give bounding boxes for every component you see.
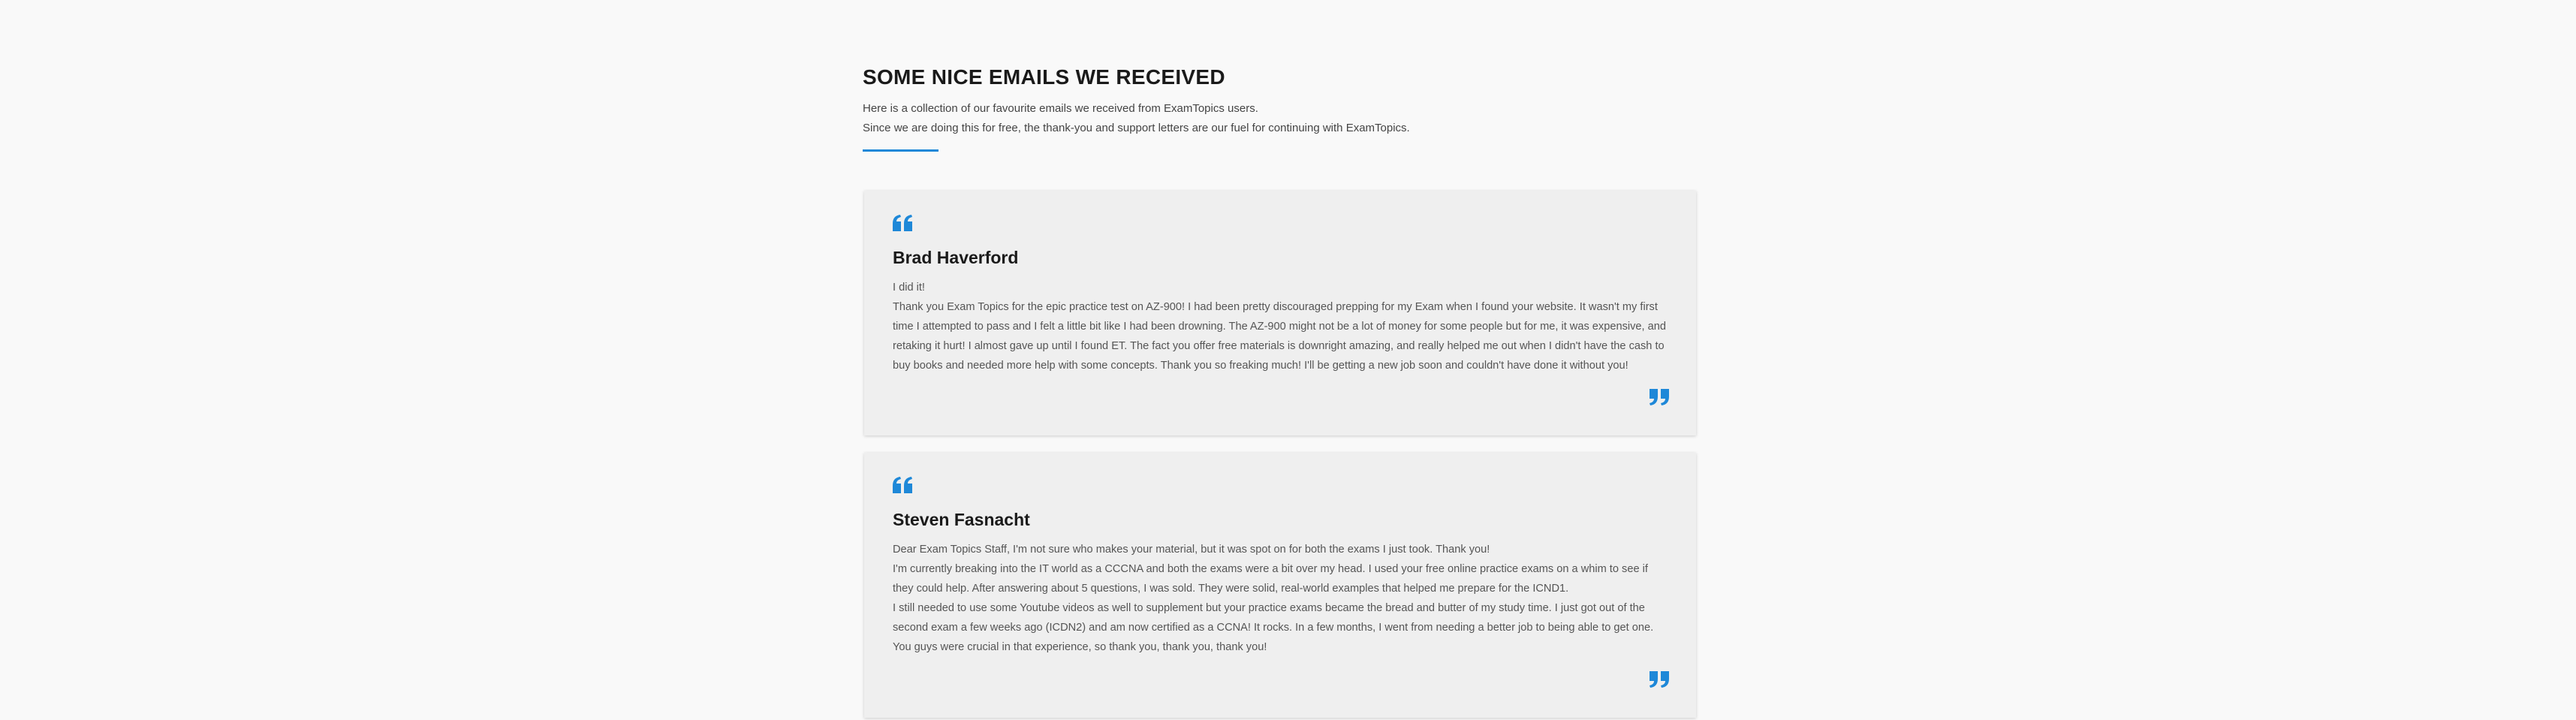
quote-close-icon (1650, 671, 1669, 688)
message-paragraph: I still needed to use some Youtube video… (893, 602, 1654, 634)
message-paragraph: I'm currently breaking into the IT world… (893, 563, 1648, 595)
testimonial-message: I did it! Thank you Exam Topics for the … (893, 278, 1671, 375)
message-paragraph: Dear Exam Topics Staff, I'm not sure who… (893, 544, 1490, 556)
testimonial-card: Steven Fasnacht Dear Exam Topics Staff, … (864, 453, 1696, 718)
testimonial-author: Steven Fasnacht (893, 510, 1030, 529)
testimonial-card: Brad Haverford I did it! Thank you Exam … (864, 191, 1696, 435)
quote-open-icon (893, 215, 912, 231)
subtitle-line: Since we are doing this for free, the th… (863, 122, 1410, 134)
subtitle-line: Here is a collection of our favourite em… (863, 102, 1258, 115)
section-subtitle: Here is a collection of our favourite em… (863, 99, 1410, 138)
testimonial-message: Dear Exam Topics Staff, I'm not sure who… (893, 540, 1671, 657)
quote-close-icon (1650, 389, 1669, 405)
quote-open-icon (893, 477, 912, 493)
message-paragraph: Thank you Exam Topics for the epic pract… (893, 301, 1666, 372)
title-underline (863, 149, 939, 152)
message-paragraph: You guys were crucial in that experience… (893, 641, 1267, 653)
section-title: SOME NICE EMAILS WE RECEIVED (863, 65, 1225, 89)
testimonial-author: Brad Haverford (893, 248, 1019, 267)
message-paragraph: I did it! (893, 282, 925, 294)
